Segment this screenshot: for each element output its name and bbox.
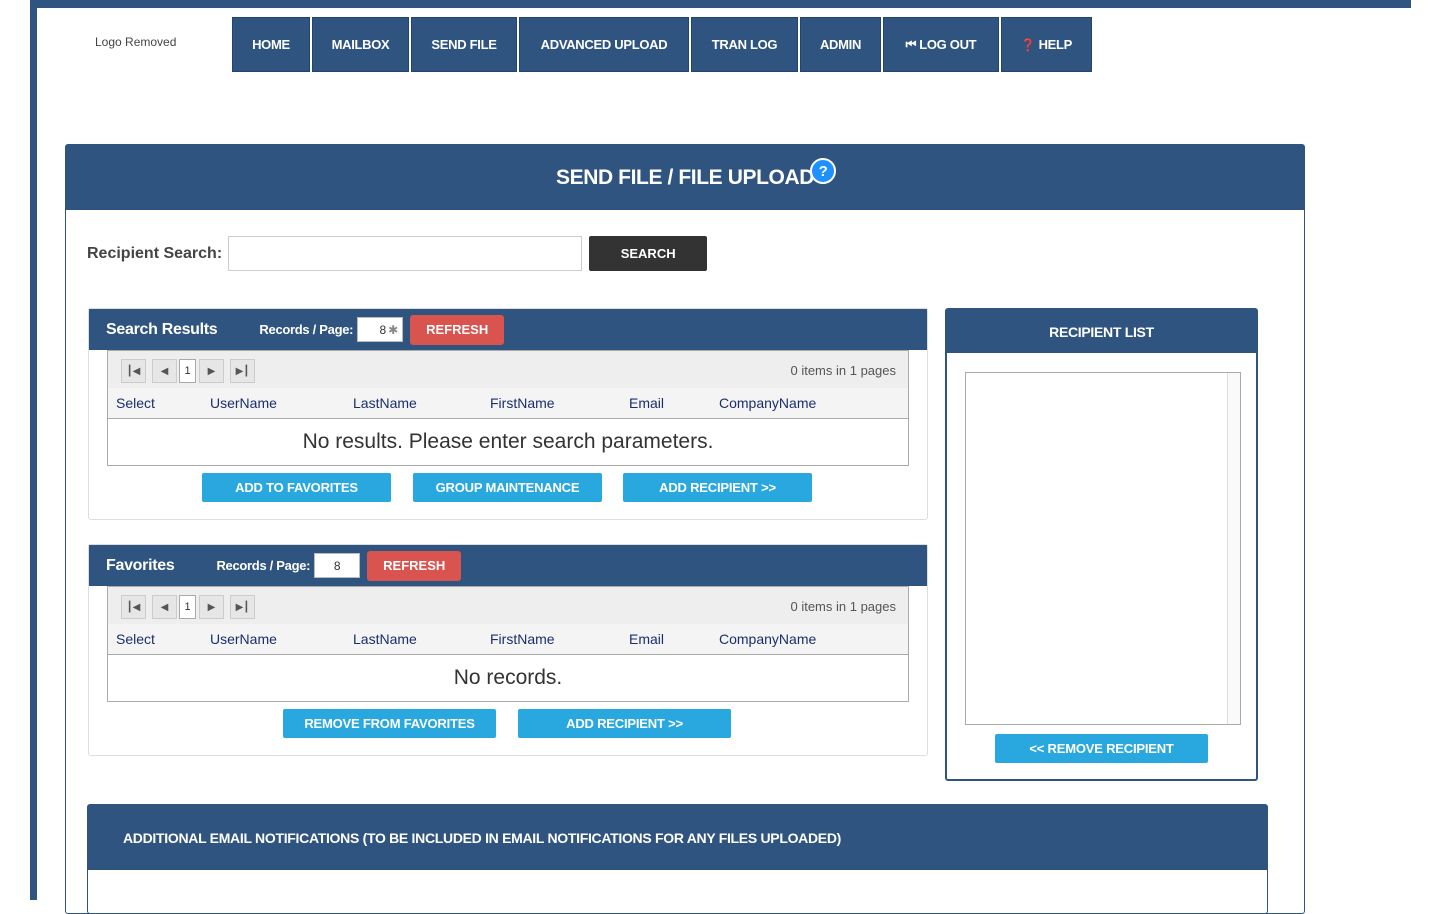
nav-advanced-upload[interactable]: ADVANCED UPLOAD	[519, 17, 689, 72]
search-results-title: Search Results	[106, 320, 218, 338]
favorites-title: Favorites	[106, 556, 175, 574]
col-email[interactable]: Email	[629, 631, 664, 647]
nav-tran-log[interactable]: TRAN LOG	[691, 17, 798, 72]
page-number[interactable]: 1	[179, 359, 196, 383]
next-page-icon[interactable]: ▶	[199, 359, 224, 383]
nav-label: LOG OUT	[919, 37, 977, 52]
nav-label: TRAN LOG	[711, 37, 778, 52]
favorites-add-recipient-button[interactable]: ADD RECIPIENT >>	[518, 709, 731, 738]
recipient-search-input[interactable]	[228, 236, 583, 271]
spinner-icon: ✱	[388, 322, 399, 337]
col-lastname[interactable]: LastName	[353, 631, 417, 647]
top-nav: HOME MAILBOX SEND FILE ADVANCED UPLOAD T…	[232, 17, 1092, 72]
nav-help[interactable]: ❓ HELP	[1001, 17, 1092, 72]
page-number[interactable]: 1	[179, 595, 196, 619]
nav-label: HOME	[252, 37, 290, 52]
help-circle-icon[interactable]: ?	[810, 158, 836, 184]
pager-info: 0 items in 1 pages	[790, 599, 896, 614]
nav-label: MAILBOX	[331, 37, 390, 52]
col-email[interactable]: Email	[629, 395, 664, 411]
recipient-search-label: Recipient Search:	[87, 244, 223, 262]
col-select[interactable]: Select	[116, 631, 155, 647]
empty-message: No records.	[453, 666, 563, 689]
search-results-grid: ┃◀ ◀ 1 ▶ ▶┃ 0 items in 1 pages Select Us…	[107, 350, 909, 466]
column-headers: Select UserName LastName FirstName Email…	[108, 624, 908, 655]
frame-top-border	[30, 0, 1411, 8]
col-lastname[interactable]: LastName	[353, 395, 417, 411]
next-page-icon[interactable]: ▶	[199, 595, 224, 619]
add-recipient-button[interactable]: ADD RECIPIENT >>	[623, 473, 812, 502]
first-page-icon[interactable]: ┃◀	[121, 359, 146, 383]
email-notifications-title: ADDITIONAL EMAIL NOTIFICATIONS (TO BE IN…	[88, 805, 1267, 870]
remove-from-favorites-button[interactable]: REMOVE FROM FAVORITES	[283, 709, 496, 738]
favorites-grid: ┃◀ ◀ 1 ▶ ▶┃ 0 items in 1 pages Select Us…	[107, 586, 909, 702]
nav-mailbox[interactable]: MAILBOX	[312, 17, 409, 72]
col-username[interactable]: UserName	[210, 631, 277, 647]
records-per-page-input[interactable]: 8 ✱	[357, 317, 404, 342]
col-firstname[interactable]: FirstName	[490, 395, 555, 411]
email-notifications-box: ADDITIONAL EMAIL NOTIFICATIONS (TO BE IN…	[87, 804, 1268, 914]
col-username[interactable]: UserName	[210, 395, 277, 411]
logout-icon: ⏮	[905, 37, 917, 51]
recipient-search-row: Recipient Search: SEARCH	[87, 236, 708, 271]
empty-message: No results. Please enter search paramete…	[302, 430, 714, 453]
search-button[interactable]: SEARCH	[589, 236, 708, 271]
listbox-scrollbar[interactable]	[1227, 373, 1240, 724]
remove-recipient-button[interactable]: << REMOVE RECIPIENT	[995, 734, 1208, 763]
records-per-page-input[interactable]: 8	[314, 553, 361, 578]
add-to-favorites-button[interactable]: ADD TO FAVORITES	[202, 473, 391, 502]
nav-label: SEND FILE	[431, 37, 497, 52]
nav-label: ADMIN	[819, 37, 862, 52]
search-refresh-button[interactable]: REFRESH	[410, 314, 505, 345]
group-maintenance-button[interactable]: GROUP MAINTENANCE	[413, 473, 602, 502]
col-companyname[interactable]: CompanyName	[719, 631, 816, 647]
last-page-icon[interactable]: ▶┃	[230, 595, 255, 619]
column-headers: Select UserName LastName FirstName Email…	[108, 388, 908, 419]
prev-page-icon[interactable]: ◀	[152, 595, 177, 619]
prev-page-icon[interactable]: ◀	[152, 359, 177, 383]
first-page-icon[interactable]: ┃◀	[121, 595, 146, 619]
records-per-page-value: 8	[379, 322, 387, 337]
search-results-header: Search Results Records / Page: 8 ✱ REFRES…	[89, 309, 927, 350]
nav-home[interactable]: HOME	[232, 17, 310, 72]
pager: ┃◀ ◀ 1 ▶ ▶┃ 0 items in 1 pages	[108, 351, 908, 388]
col-select[interactable]: Select	[116, 395, 155, 411]
favorites-header: Favorites Records / Page: 8 REFRESH	[89, 545, 927, 586]
nav-label: HELP	[1038, 37, 1073, 52]
favorites-box: Favorites Records / Page: 8 REFRESH ┃◀ ◀…	[88, 544, 928, 756]
favorites-refresh-button[interactable]: REFRESH	[367, 550, 462, 581]
records-per-page-label: Records / Page:	[216, 558, 311, 573]
nav-log-out[interactable]: ⏮ LOG OUT	[883, 17, 999, 72]
pager: ┃◀ ◀ 1 ▶ ▶┃ 0 items in 1 pages	[108, 587, 908, 624]
recipient-listbox[interactable]	[965, 372, 1241, 725]
help-icon: ❓	[1020, 37, 1036, 52]
records-per-page-label: Records / Page:	[259, 322, 354, 337]
logo: Logo Removed	[95, 35, 177, 49]
nav-admin[interactable]: ADMIN	[800, 17, 881, 72]
recipient-list-box: RECIPIENT LIST << REMOVE RECIPIENT	[945, 308, 1258, 781]
col-companyname[interactable]: CompanyName	[719, 395, 816, 411]
nav-send-file[interactable]: SEND FILE	[411, 17, 517, 72]
page-title: SEND FILE / FILE UPLOAD	[556, 165, 814, 189]
last-page-icon[interactable]: ▶┃	[230, 359, 255, 383]
search-results-box: Search Results Records / Page: 8 ✱ REFRES…	[88, 308, 928, 520]
pager-info: 0 items in 1 pages	[790, 363, 896, 378]
col-firstname[interactable]: FirstName	[490, 631, 555, 647]
nav-label: ADVANCED UPLOAD	[540, 37, 668, 52]
recipient-list-title: RECIPIENT LIST	[947, 310, 1256, 353]
frame-left-border	[30, 0, 37, 900]
panel-header: SEND FILE / FILE UPLOAD ?	[66, 145, 1304, 210]
